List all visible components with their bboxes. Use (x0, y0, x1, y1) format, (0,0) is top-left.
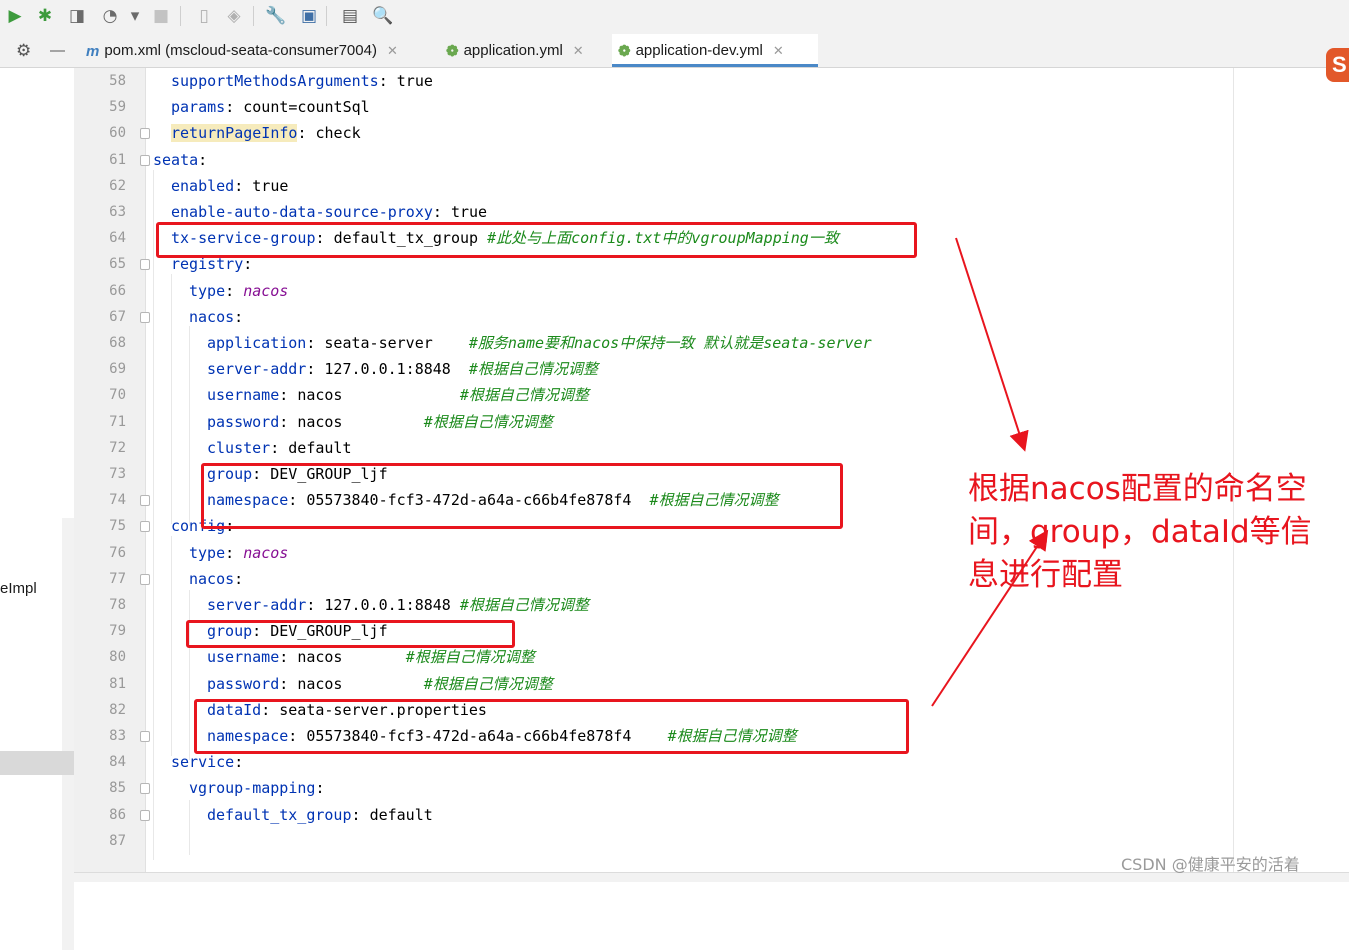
annotation-text: 根据nacos配置的命名空间，group，dataId等信息进行配置 (968, 471, 1312, 593)
annotation-arrows (931, 237, 1049, 707)
arrow-down-icon (955, 237, 1029, 452)
watermark: CSDN @健康平安的活着 (1121, 855, 1300, 874)
